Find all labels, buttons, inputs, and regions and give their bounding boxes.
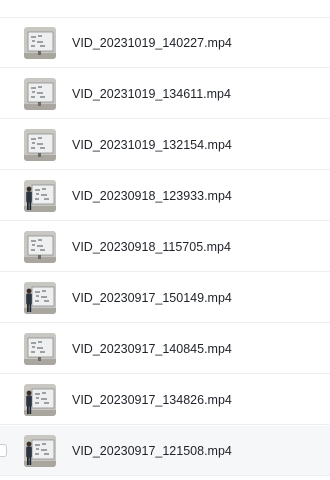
file-row[interactable]: VID_20230918_123933.mp4 [0,171,330,221]
file-name[interactable]: VID_20231019_140227.mp4 [72,35,232,51]
file-name[interactable]: VID_20231019_134611.mp4 [72,86,231,102]
file-name[interactable]: VID_20230918_115705.mp4 [72,239,231,255]
file-name[interactable]: VID_20231019_132154.mp4 [72,137,232,153]
row-checkbox[interactable] [0,444,7,457]
whiteboard-presenter-video-thumbnail-icon [24,282,56,314]
file-row[interactable]: VID_20231019_132154.mp4 [0,120,330,170]
whiteboard-video-thumbnail-icon [24,27,56,59]
whiteboard-video-thumbnail-icon [24,129,56,161]
file-row[interactable]: VID_20230917_134826.mp4 [0,375,330,425]
file-row[interactable]: VID_20230918_115705.mp4 [0,222,330,272]
file-list: VID_20231019_140227.mp4 VID_20231019_1346… [0,0,330,480]
whiteboard-video-thumbnail-icon [24,333,56,365]
file-name[interactable]: VID_20230917_121508.mp4 [72,443,232,459]
file-row[interactable]: VID_20230917_140845.mp4 [0,324,330,374]
file-row[interactable]: VID_20230917_150149.mp4 [0,273,330,323]
file-row[interactable]: VID_20231019_134611.mp4 [0,69,330,119]
file-name[interactable]: VID_20230917_134826.mp4 [72,392,232,408]
whiteboard-presenter-video-thumbnail-icon [24,435,56,467]
whiteboard-presenter-video-thumbnail-icon [24,180,56,212]
whiteboard-video-thumbnail-icon [24,231,56,263]
file-name[interactable]: VID_20230917_150149.mp4 [72,290,232,306]
file-name[interactable]: VID_20230917_140845.mp4 [72,341,232,357]
file-row[interactable]: VID_20230917_121508.mp4 [0,426,330,476]
file-row[interactable]: VID_20231019_140227.mp4 [0,18,330,68]
whiteboard-video-thumbnail-icon [24,78,56,110]
file-name[interactable]: VID_20230918_123933.mp4 [72,188,232,204]
whiteboard-presenter-video-thumbnail-icon [24,384,56,416]
